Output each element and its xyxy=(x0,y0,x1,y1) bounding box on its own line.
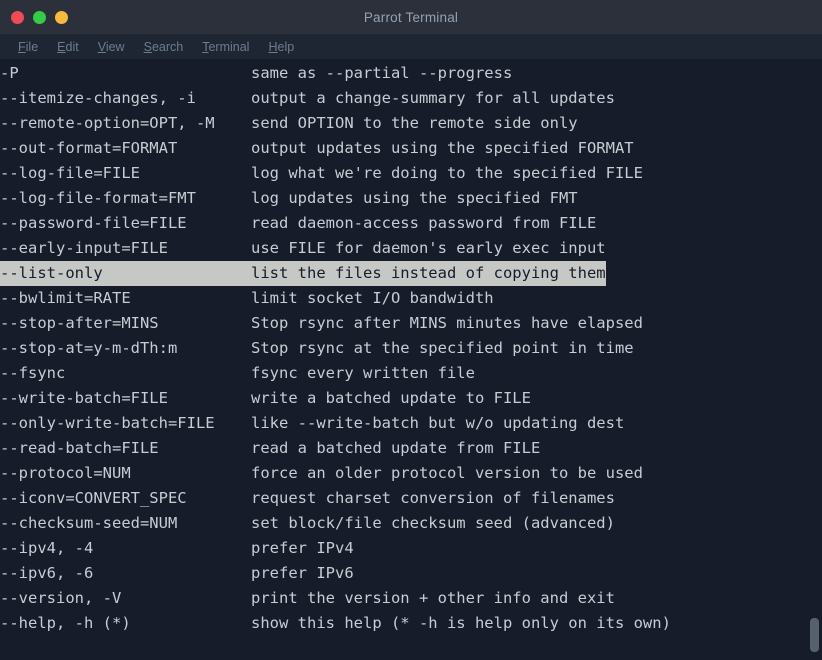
option-name: --itemize-changes, -i xyxy=(0,89,196,107)
option-description: read daemon-access password from FILE xyxy=(251,214,597,232)
menu-mnemonic: E xyxy=(57,39,66,54)
menu-item-edit[interactable]: Edit xyxy=(48,37,89,57)
terminal-line: --remote-option=OPT, -M send OPTION to th… xyxy=(0,111,822,136)
title-bar: Parrot Terminal xyxy=(0,0,822,34)
maximize-window-button[interactable] xyxy=(55,10,68,24)
terminal-line: --ipv6, -6 prefer IPv6 xyxy=(0,561,822,586)
menu-item-search[interactable]: Search xyxy=(135,37,194,57)
option-description: output updates using the specified FORMA… xyxy=(251,139,634,157)
option-description: fsync every written file xyxy=(251,364,475,382)
option-name: --log-file=FILE xyxy=(0,164,140,182)
terminal-line: --log-file-format=FMT log updates using t… xyxy=(0,186,822,211)
option-description: Stop rsync at the specified point in tim… xyxy=(251,339,634,357)
option-name: --ipv4, -4 xyxy=(0,539,94,557)
option-name: --stop-after=MINS xyxy=(0,314,159,332)
terminal-window: Parrot Terminal File Edit View Search Termin… xyxy=(0,0,822,660)
window-title: Parrot Terminal xyxy=(363,9,459,25)
terminal-line: --protocol=NUM force an older protocol ve… xyxy=(0,461,822,486)
option-name: --iconv=CONVERT_SPEC xyxy=(0,489,187,507)
terminal-line: -P same as --partial --progress xyxy=(0,61,822,86)
option-name: --only-write-batch=FILE xyxy=(0,414,215,432)
option-name: --list-only xyxy=(0,261,251,286)
option-name: --help, -h (*) xyxy=(0,614,131,632)
option-name: --log-file-format=FMT xyxy=(0,189,196,207)
option-description: like --write-batch but w/o updating dest xyxy=(251,414,625,432)
option-name: --remote-option=OPT, -M xyxy=(0,114,215,132)
option-name: --stop-at=y-m-dTh:m xyxy=(0,339,178,357)
terminal-screen[interactable]: -P same as --partial --progress --itemize-… xyxy=(0,59,822,660)
menu-mnemonic: H xyxy=(268,39,278,54)
terminal-line: --password-file=FILE read daemon-access p… xyxy=(0,211,822,236)
option-description: same as --partial --progress xyxy=(251,64,513,82)
option-name: --write-batch=FILE xyxy=(0,389,168,407)
option-description: write a batched update to FILE xyxy=(251,389,531,407)
option-description: log what we're doing to the specified FI… xyxy=(251,164,643,182)
terminal-line: --only-write-batch=FILE like --write-batc… xyxy=(0,411,822,436)
option-name: --fsync xyxy=(0,364,66,382)
option-name: -P xyxy=(0,64,19,82)
terminal-line: --help, -h (*) show this help (* -h is he… xyxy=(0,611,822,636)
terminal-line: --itemize-changes, -i output a change-sum… xyxy=(0,86,822,111)
terminal-line: --ipv4, -4 prefer IPv4 xyxy=(0,536,822,561)
terminal-line: --iconv=CONVERT_SPEC request charset conv… xyxy=(0,486,822,511)
menu-item-terminal[interactable]: Terminal xyxy=(193,37,259,57)
option-description: log updates using the specified FMT xyxy=(251,189,578,207)
option-name: --ipv6, -6 xyxy=(0,564,94,582)
menu-mnemonic: S xyxy=(143,39,152,54)
minimize-window-button[interactable] xyxy=(33,10,46,24)
menu-bar: File Edit View Search Terminal Help xyxy=(0,34,822,59)
terminal-line: --early-input=FILE use FILE for daemon's … xyxy=(0,236,822,261)
terminal-line: --out-format=FORMAT output updates using … xyxy=(0,136,822,161)
window-controls xyxy=(11,0,68,34)
terminal-line: --list-only list the files instead of cop… xyxy=(0,261,822,286)
menu-mnemonic: V xyxy=(97,39,106,54)
option-description: print the version + other info and exit xyxy=(251,589,615,607)
terminal-output: -P same as --partial --progress --itemize-… xyxy=(0,61,822,636)
option-description: send OPTION to the remote side only xyxy=(251,114,578,132)
option-name: --password-file=FILE xyxy=(0,214,187,232)
option-description: set block/file checksum seed (advanced) xyxy=(251,514,615,532)
option-name: --checksum-seed=NUM xyxy=(0,514,178,532)
terminal-line: --read-batch=FILE read a batched update f… xyxy=(0,436,822,461)
option-description: force an older protocol version to be us… xyxy=(251,464,643,482)
terminal-line: --log-file=FILE log what we're doing to t… xyxy=(0,161,822,186)
terminal-line: --stop-after=MINS Stop rsync after MINS m… xyxy=(0,311,822,336)
option-name: --read-batch=FILE xyxy=(0,439,159,457)
option-description: show this help (* -h is help only on its… xyxy=(251,614,671,632)
option-name: --early-input=FILE xyxy=(0,239,168,257)
option-description: use FILE for daemon's early exec input xyxy=(251,239,606,257)
menu-item-file[interactable]: File xyxy=(9,37,48,57)
option-description: output a change-summary for all updates xyxy=(251,89,615,107)
scrollbar-thumb[interactable] xyxy=(810,618,819,652)
menu-item-help[interactable]: Help xyxy=(259,37,304,57)
terminal-line: --write-batch=FILE write a batched update… xyxy=(0,386,822,411)
terminal-line: --stop-at=y-m-dTh:m Stop rsync at the spe… xyxy=(0,336,822,361)
menu-item-view[interactable]: View xyxy=(89,37,135,57)
option-description: prefer IPv6 xyxy=(251,564,354,582)
option-name: --out-format=FORMAT xyxy=(0,139,178,157)
option-description: Stop rsync after MINS minutes have elaps… xyxy=(251,314,643,332)
option-description: read a batched update from FILE xyxy=(251,439,541,457)
menu-mnemonic: F xyxy=(18,39,26,54)
option-name: --version, -V xyxy=(0,589,122,607)
terminal-line: --bwlimit=RATE limit socket I/O bandwidth xyxy=(0,286,822,311)
terminal-line: --version, -V print the version + other i… xyxy=(0,586,822,611)
terminal-scrollbar[interactable] xyxy=(806,59,822,660)
option-name: --bwlimit=RATE xyxy=(0,289,131,307)
close-window-button[interactable] xyxy=(11,10,24,24)
option-description: prefer IPv4 xyxy=(251,539,354,557)
option-description: request charset conversion of filenames xyxy=(251,489,615,507)
option-description: list the files instead of copying them xyxy=(251,261,606,286)
terminal-line: --checksum-seed=NUM set block/file checks… xyxy=(0,511,822,536)
menu-mnemonic: T xyxy=(202,39,209,54)
option-description: limit socket I/O bandwidth xyxy=(251,289,494,307)
option-name: --protocol=NUM xyxy=(0,464,131,482)
terminal-line: --fsync fsync every written file xyxy=(0,361,822,386)
